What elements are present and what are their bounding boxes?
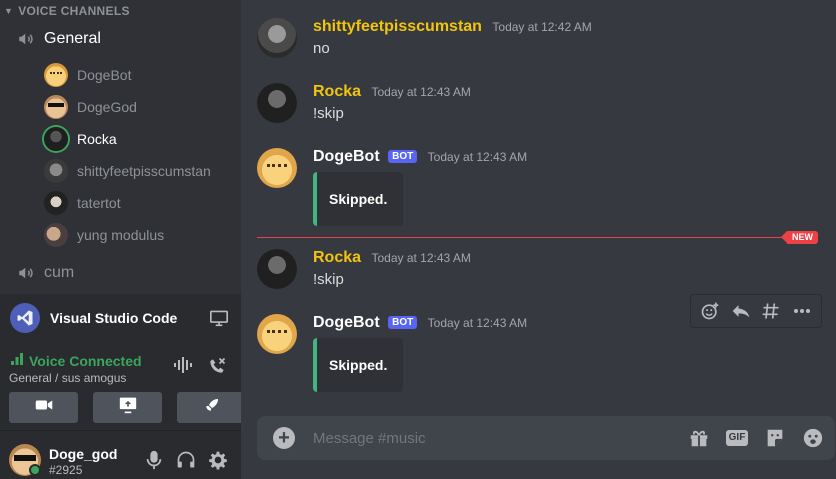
- screen-share-icon[interactable]: [207, 306, 231, 330]
- chevron-down-icon: ▼: [4, 6, 14, 16]
- message-author[interactable]: DogeBot: [313, 148, 380, 165]
- more-options-icon[interactable]: [790, 299, 814, 323]
- voice-member-tatertot[interactable]: tatertot: [44, 187, 211, 219]
- vscode-icon: [10, 303, 40, 333]
- reply-icon[interactable]: [729, 299, 753, 323]
- avatar: [44, 191, 68, 215]
- channel-name: cum: [44, 264, 75, 281]
- channel-sidebar: ▼ VOICE CHANNELS General DogeBot DogeGod…: [0, 0, 246, 479]
- online-status-icon: [29, 464, 41, 476]
- headphones-icon[interactable]: [175, 449, 197, 471]
- username[interactable]: Doge_god: [49, 446, 117, 462]
- avatar: [44, 63, 68, 87]
- voice-location[interactable]: General / sus amogus: [9, 371, 126, 385]
- voice-member-yung-modulus[interactable]: yung modulus: [44, 219, 211, 251]
- message-text: !skip: [313, 105, 344, 122]
- video-button[interactable]: [9, 392, 78, 423]
- voice-member-dogegod[interactable]: DogeGod: [44, 91, 211, 123]
- message-input[interactable]: [313, 428, 673, 448]
- message[interactable]: shittyfeetpisscumstan Today at 12:42 AM …: [257, 18, 827, 62]
- thread-icon[interactable]: [759, 299, 783, 323]
- speaker-icon: [16, 263, 36, 283]
- new-badge: NEW: [781, 231, 818, 244]
- member-name: DogeBot: [77, 67, 132, 83]
- voice-status[interactable]: Voice Connected: [10, 352, 142, 369]
- add-reaction-icon[interactable]: [698, 299, 722, 323]
- member-name: Rocka: [77, 131, 117, 147]
- voice-channels-label: VOICE CHANNELS: [18, 4, 130, 18]
- member-name: tatertot: [77, 195, 121, 211]
- message-embed: Skipped.: [313, 338, 403, 392]
- voice-member-rocka[interactable]: Rocka: [44, 123, 211, 155]
- voice-channel-cum[interactable]: cum: [16, 263, 74, 283]
- message-author[interactable]: shittyfeetpisscumstan: [313, 18, 482, 35]
- voice-connection-panel: Voice Connected General / sus amogus: [0, 342, 246, 430]
- message-author[interactable]: Rocka: [313, 83, 361, 100]
- camera-icon: [35, 398, 53, 417]
- message[interactable]: DogeBot BOT Today at 12:43 AM Skipped.: [257, 148, 827, 228]
- avatar[interactable]: [257, 83, 297, 123]
- voice-member-shittyfeetpisscumstan[interactable]: shittyfeetpisscumstan: [44, 155, 211, 187]
- member-name: DogeGod: [77, 99, 137, 115]
- embed-text: Skipped.: [329, 191, 388, 207]
- voice-channels-header[interactable]: ▼ VOICE CHANNELS: [4, 4, 130, 18]
- gear-icon[interactable]: [207, 449, 229, 471]
- member-name: shittyfeetpisscumstan: [77, 163, 211, 179]
- channel-name: General: [44, 30, 101, 47]
- noise-suppression-icon[interactable]: [173, 356, 193, 381]
- message-author[interactable]: DogeBot: [313, 314, 380, 331]
- member-name: yung modulus: [77, 227, 165, 243]
- user-tag: #2925: [49, 463, 83, 477]
- signal-icon: [10, 352, 24, 369]
- voice-status-label: Voice Connected: [29, 352, 142, 369]
- avatar: [44, 159, 68, 183]
- message-author[interactable]: Rocka: [313, 249, 361, 266]
- gif-button[interactable]: GIF: [725, 426, 749, 450]
- bot-badge: BOT: [388, 316, 418, 329]
- avatar: [44, 223, 68, 247]
- disconnect-icon[interactable]: [207, 356, 227, 381]
- microphone-icon[interactable]: [143, 449, 165, 471]
- message-timestamp: Today at 12:42 AM: [492, 20, 592, 34]
- voice-channel-general[interactable]: General: [16, 29, 101, 49]
- voice-member-list: DogeBot DogeGod Rocka shittyfeetpisscums…: [44, 59, 211, 251]
- avatar: [44, 127, 68, 151]
- message[interactable]: Rocka Today at 12:43 AM !skip: [257, 83, 827, 127]
- message-embed: Skipped.: [313, 172, 403, 226]
- screen-share-icon: [118, 396, 138, 419]
- chat-area: shittyfeetpisscumstan Today at 12:42 AM …: [241, 0, 836, 479]
- message-composer: + GIF: [257, 416, 835, 460]
- message[interactable]: Rocka Today at 12:43 AM !skip: [257, 249, 827, 293]
- embed-text: Skipped.: [329, 357, 388, 373]
- sticker-icon[interactable]: [763, 426, 787, 450]
- gift-icon[interactable]: [687, 426, 711, 450]
- avatar[interactable]: [257, 148, 297, 188]
- bot-badge: BOT: [388, 150, 418, 163]
- avatar: [44, 95, 68, 119]
- avatar[interactable]: [257, 249, 297, 289]
- speaker-icon: [16, 29, 36, 49]
- screen-share-button[interactable]: [93, 392, 162, 423]
- rocket-icon: [203, 396, 221, 419]
- voice-member-dogebot[interactable]: DogeBot: [44, 59, 211, 91]
- user-panel: Doge_god #2925: [0, 430, 241, 479]
- gif-label: GIF: [725, 430, 749, 446]
- activity-button[interactable]: [177, 392, 246, 423]
- message-actions-bar: [690, 294, 822, 328]
- activity-name: Visual Studio Code: [50, 310, 178, 326]
- message-timestamp: Today at 12:43 AM: [427, 150, 528, 164]
- emoji-icon[interactable]: [801, 426, 825, 450]
- message-text: no: [313, 40, 330, 57]
- activity-panel: Visual Studio Code: [0, 294, 241, 342]
- upload-plus-icon[interactable]: +: [273, 427, 295, 449]
- avatar[interactable]: [257, 314, 297, 354]
- message-text: !skip: [313, 271, 344, 288]
- message-timestamp: Today at 12:43 AM: [371, 251, 471, 265]
- new-messages-divider: [257, 237, 803, 238]
- message-timestamp: Today at 12:43 AM: [427, 316, 528, 330]
- message-timestamp: Today at 12:43 AM: [371, 85, 471, 99]
- avatar[interactable]: [257, 18, 297, 58]
